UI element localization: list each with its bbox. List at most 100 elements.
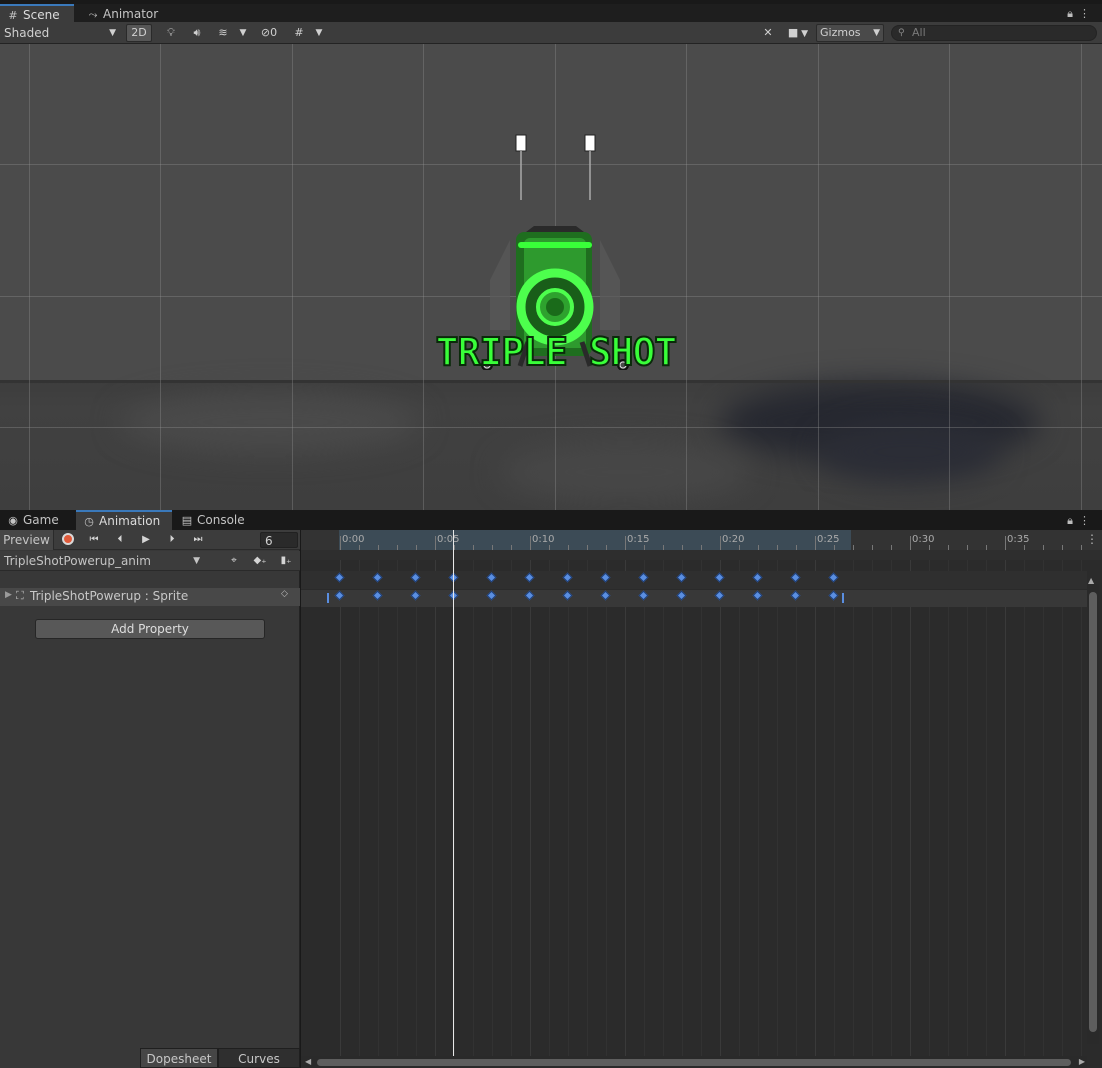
playback-controls: Preview ⏮ ⏴ ▶ ⏵ ⏭ 6 [0,530,300,550]
frame-gridline [796,560,797,1068]
tab-console[interactable]: ▤ Console [174,510,251,530]
add-property-button[interactable]: Add Property [35,619,265,639]
timeline-tick [1005,536,1006,550]
timeline-tick [910,536,911,550]
vertical-scrollbar[interactable]: ▲ [1087,576,1099,1044]
console-icon: ▤ [181,514,193,527]
timeline-ruler[interactable]: 0:00 0:05 0:10 0:15 0:20 0:25 0:30 0:35 ⋮ [301,530,1102,550]
tab-game[interactable]: ◉ Game [0,510,65,530]
scroll-left-icon[interactable]: ◀ [305,1057,311,1066]
play-icon[interactable]: ▶ [134,530,158,550]
frame-gridline [815,560,816,1068]
timeline-tick-label: 0:25 [817,534,840,545]
frame-gridline [530,560,531,1068]
timeline-tick-label: 0:05 [437,534,460,545]
2d-toggle-button[interactable]: 2D [126,24,152,42]
kebab-menu-icon[interactable]: ⋮ [1079,514,1096,527]
first-keyframe-icon[interactable]: ⏮ [82,530,106,550]
hidden-objects-toggle[interactable]: ⊘0 [254,24,284,42]
eye-slash-icon: ⊘ [260,26,271,39]
sprite-keyframe-row [301,589,1087,607]
lock-icon[interactable]: 🔒︎ [1067,514,1079,527]
gizmos-dropdown[interactable]: Gizmos ▼ [816,24,884,42]
frame-gridline [473,560,474,1068]
scene-toolbar: Shaded ▼ 2D 💡︎ 🔊︎ ≋ ▼ ⊘0 # ▼ ✕ ■ ▼ Gizmo… [0,22,1102,44]
filter-by-selection-icon[interactable]: ⌖ [222,551,246,571]
clock-icon: ◷ [84,515,94,528]
clip-dropdown[interactable]: TripleShotPowerup_anim ▼ [4,553,202,569]
range-start-marker[interactable] [327,593,329,603]
next-keyframe-icon[interactable]: ⏵ [160,530,184,550]
grid-dropdown-icon[interactable]: ▼ [312,24,326,42]
tab-animator[interactable]: ⤳ Animator [80,4,164,24]
kebab-menu-icon[interactable]: ⋮ [1079,7,1096,20]
timeline-tick-label: 0:10 [532,534,555,545]
timeline-tick [435,536,436,550]
tab-dopesheet[interactable]: Dopesheet [140,1048,218,1068]
scroll-thumb[interactable] [317,1059,1071,1066]
frame-gridline [682,560,683,1068]
draw-mode-dropdown[interactable]: Shaded ▼ [4,25,118,41]
keyframe-diamond-icon[interactable]: ◇ [281,589,288,599]
search-icon: ⚲ [898,28,905,38]
tab-scene[interactable]: # Scene [0,4,74,24]
clip-row: TripleShotPowerup_anim ▼ ⌖ ◆₊ ▮₊ [0,551,300,571]
frame-gridline [511,560,512,1068]
timeline-tick-label: 0:30 [912,534,935,545]
add-event-icon[interactable]: ▮₊ [274,551,298,571]
frame-gridline [891,560,892,1068]
property-row[interactable]: ▶ ⛶ TripleShotPowerup : Sprite ◇ [0,588,300,606]
window-options[interactable]: 🔒︎⋮ [1067,514,1096,528]
playhead[interactable] [453,530,454,1056]
effects-toggle-icon[interactable]: ≋ [212,24,234,42]
preview-toggle[interactable]: Preview [0,530,54,550]
frame-field[interactable]: 6 [260,532,298,548]
window-options[interactable]: 🔒︎⋮ [1067,7,1096,21]
dopesheet-timeline[interactable]: 0:00 0:05 0:10 0:15 0:20 0:25 0:30 0:35 ⋮ [301,530,1102,1068]
chevron-down-icon: ▼ [193,556,200,566]
lighting-toggle-icon[interactable]: 💡︎ [160,24,182,42]
timeline-tick [340,536,341,550]
frame-gridline [739,560,740,1068]
scroll-right-icon[interactable]: ▶ [1079,1057,1085,1066]
scene-search-input[interactable]: ⚲ All [891,25,1097,41]
scroll-thumb[interactable] [1089,592,1097,1032]
prev-keyframe-icon[interactable]: ⏴ [108,530,132,550]
frame-gridline [1024,560,1025,1068]
frame-gridline [1081,560,1082,1068]
range-end-marker[interactable] [842,593,844,603]
tab-animation[interactable]: ◷ Animation [76,510,172,530]
frame-gridline [948,560,949,1068]
frame-gridline [416,560,417,1068]
effects-dropdown-icon[interactable]: ▼ [236,24,250,42]
tools-icon[interactable]: ✕ [758,24,778,42]
frame-gridline [454,560,455,1068]
lock-icon[interactable]: 🔒︎ [1067,7,1079,20]
timeline-tick-label: 0:20 [722,534,745,545]
timeline-tick [530,536,531,550]
camera-dropdown[interactable]: ■ ▼ [782,24,814,42]
frame-gridline [1062,560,1063,1068]
scene-view[interactable]: TRIPLE SHOT [0,44,1102,510]
last-keyframe-icon[interactable]: ⏭ [186,530,210,550]
add-keyframe-icon[interactable]: ◆₊ [248,551,272,571]
frame-gridline [606,560,607,1068]
tab-curves[interactable]: Curves [218,1048,300,1068]
horizontal-scrollbar[interactable]: ◀ ▶ [301,1056,1087,1068]
powerup-label-text: TRIPLE SHOT [435,329,679,375]
timeline-tick [720,536,721,550]
timeline-tick-label: 0:15 [627,534,650,545]
frame-gridline [549,560,550,1068]
audio-toggle-icon[interactable]: 🔊︎ [186,24,208,42]
chevron-down-icon: ▼ [873,28,880,38]
scroll-up-icon[interactable]: ▲ [1088,576,1094,585]
grid-snap-icon[interactable]: # [288,24,310,42]
frame-gridline [834,560,835,1068]
background-sprite [0,382,1102,510]
record-button[interactable] [56,530,80,550]
frame-gridline [758,560,759,1068]
kebab-menu-icon[interactable]: ⋮ [1086,532,1098,546]
frame-gridline [340,560,341,1068]
expand-arrow-icon[interactable]: ▶ [5,590,12,600]
scene-tabbar: # Scene ⤳ Animator 🔒︎⋮ [0,4,1102,24]
